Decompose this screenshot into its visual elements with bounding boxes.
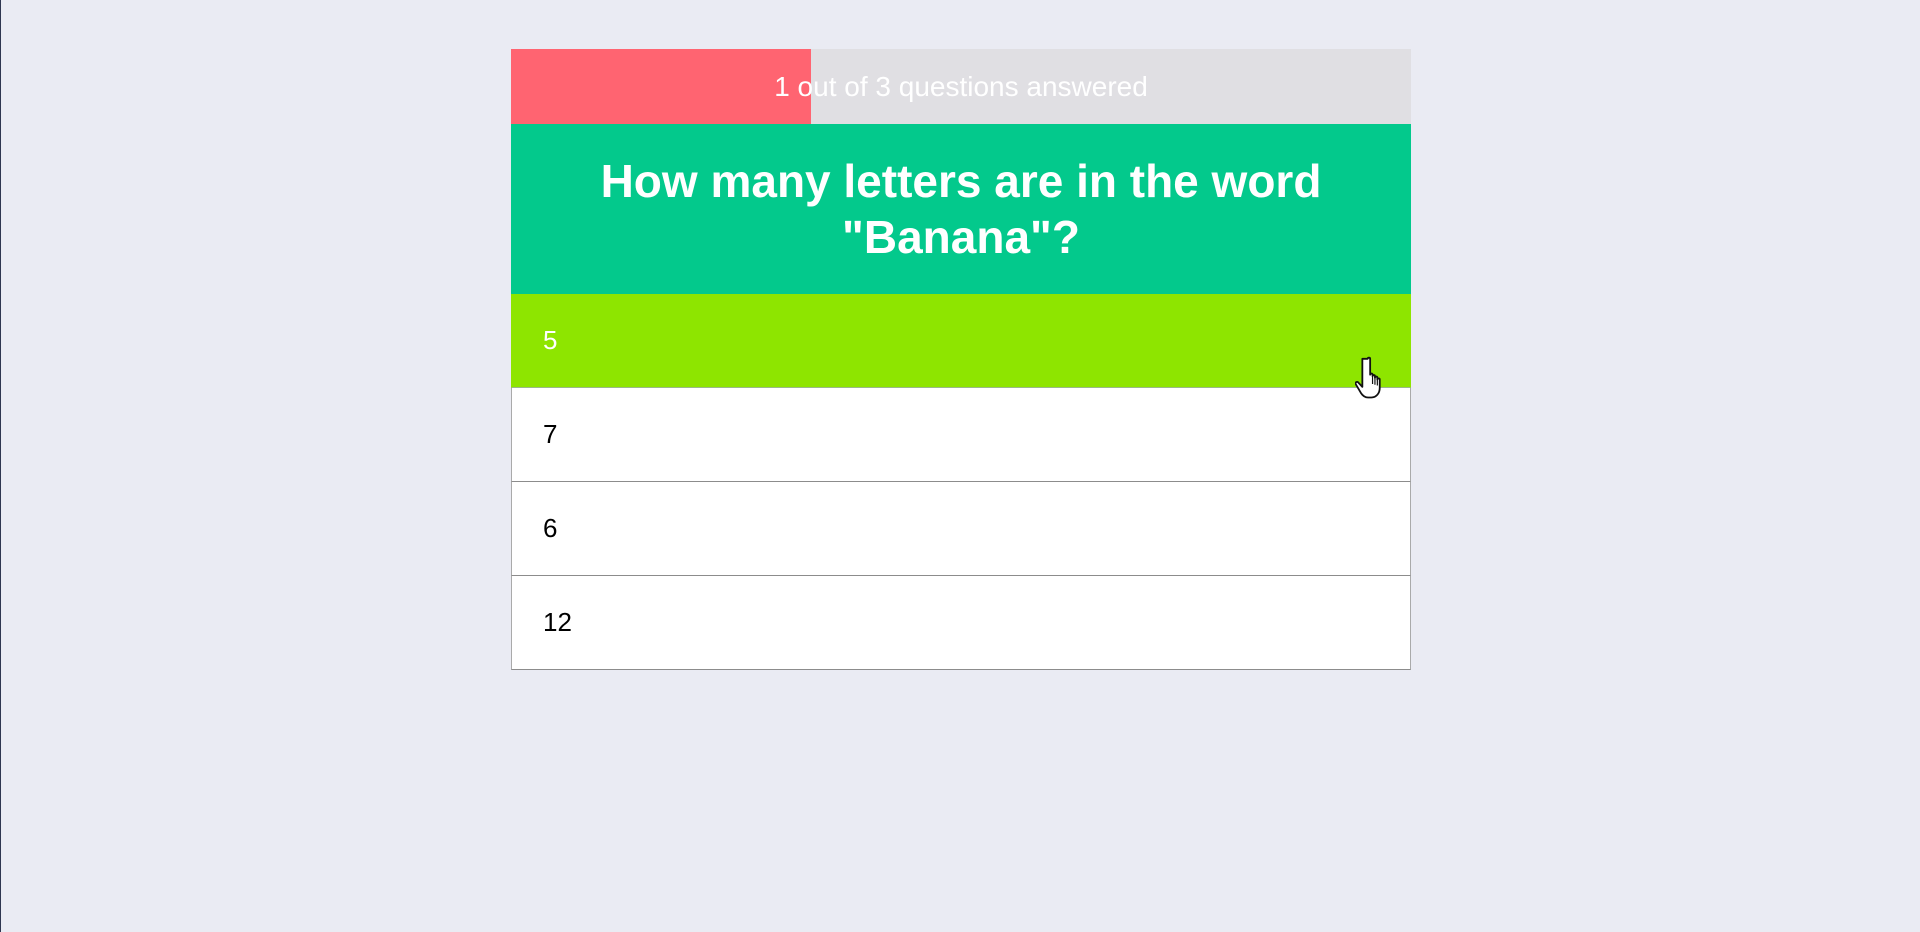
answer-label: 7 — [543, 419, 558, 449]
quiz-card: 1 out of 3 questions answered How many l… — [511, 49, 1411, 670]
answer-label: 5 — [543, 325, 558, 355]
answer-option[interactable]: 5 — [511, 294, 1411, 388]
answer-option[interactable]: 6 — [511, 482, 1411, 576]
question-header: How many letters are in the word "Banana… — [511, 124, 1411, 294]
question-text: How many letters are in the word "Banana… — [600, 154, 1322, 263]
progress-text: 1 out of 3 questions answered — [774, 70, 1148, 102]
answer-label: 12 — [543, 607, 572, 637]
answer-option[interactable]: 7 — [511, 388, 1411, 482]
answer-label: 6 — [543, 513, 558, 543]
window-left-edge — [0, 0, 1, 932]
answer-option[interactable]: 12 — [511, 576, 1411, 670]
answer-list: 5 7 6 12 — [511, 294, 1411, 670]
progress-bar: 1 out of 3 questions answered — [511, 49, 1411, 124]
